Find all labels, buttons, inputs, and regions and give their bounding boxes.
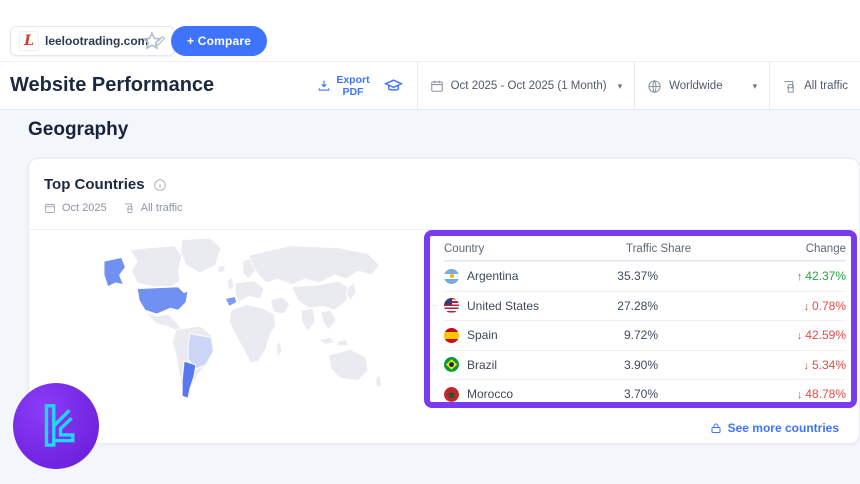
region-value: Worldwide	[669, 80, 722, 92]
change-value: ↓48.78%	[754, 387, 846, 401]
download-icon	[317, 79, 331, 93]
top-countries-table: Country Traffic Share Change Argentina 3…	[444, 238, 846, 409]
table-row[interactable]: Spain 9.72% ↓42.59%	[444, 320, 846, 350]
site-favicon: L	[19, 31, 39, 51]
top-bar: L leelootrading.com + Compare	[0, 0, 860, 62]
change-value: ↓0.78%	[754, 299, 846, 313]
watermark-logo	[13, 383, 99, 469]
card-body: Country Traffic Share Change Argentina 3…	[29, 229, 860, 409]
col-country: Country	[444, 243, 596, 255]
country-name: Argentina	[467, 269, 518, 283]
world-map[interactable]	[31, 232, 435, 406]
calendar-icon	[44, 202, 56, 214]
table-row[interactable]: Argentina 35.37% ↑42.37%	[444, 261, 846, 291]
change-arrow-icon: ↓	[803, 301, 809, 313]
export-label-line1: Export	[336, 74, 369, 86]
chevron-down-icon: ▾	[753, 81, 758, 92]
card-title: Top Countries	[44, 176, 145, 193]
site-domain: leelootrading.com	[45, 34, 148, 48]
chevron-down-icon: ▾	[618, 81, 623, 92]
card-traffic-filter: All traffic	[141, 202, 183, 214]
flag-spain-icon	[444, 328, 459, 343]
export-label-line2: PDF	[336, 86, 369, 98]
country-name: Morocco	[467, 387, 513, 401]
col-change: Change	[754, 243, 846, 255]
table-header: Country Traffic Share Change	[444, 238, 846, 261]
map-landmass	[129, 238, 381, 398]
card-filters: Oct 2025 All traffic	[44, 202, 183, 214]
traffic-filter[interactable]: All traffic	[769, 62, 860, 110]
country-name: United States	[467, 299, 539, 313]
logo-glyph-icon	[28, 398, 84, 454]
table-row[interactable]: United States 27.28% ↓0.78%	[444, 291, 846, 321]
table-row[interactable]: Brazil 3.90% ↓5.34%	[444, 350, 846, 380]
see-more-countries-link[interactable]: See more countries	[710, 421, 839, 435]
info-icon[interactable]	[153, 178, 167, 192]
traffic-share-value: 27.28%	[596, 299, 658, 313]
see-more-label: See more countries	[728, 421, 839, 435]
page-title: Website Performance	[10, 74, 214, 97]
map-spain[interactable]	[225, 297, 237, 307]
flag-morocco-icon	[444, 387, 459, 402]
top-countries-card: Top Countries Oct 2025 All traffic	[28, 158, 860, 444]
map-alaska[interactable]	[104, 257, 126, 286]
country-name: Brazil	[467, 358, 497, 372]
calendar-icon	[430, 79, 444, 93]
change-arrow-icon: ↑	[797, 271, 803, 283]
traffic-share-value: 35.37%	[596, 269, 658, 283]
academy-cap-icon[interactable]	[380, 62, 417, 110]
change-arrow-icon: ↓	[803, 360, 809, 372]
date-range-picker[interactable]: Oct 2025 - Oct 2025 (1 Month) ▾	[417, 62, 635, 110]
table-row[interactable]: Morocco 3.70% ↓48.78%	[444, 379, 846, 409]
date-range-value: Oct 2025 - Oct 2025 (1 Month)	[451, 80, 607, 92]
col-traffic-share: Traffic Share	[596, 243, 754, 255]
traffic-filter-value: All traffic	[804, 80, 848, 92]
section-title-geography: Geography	[28, 119, 128, 141]
flag-united-states-icon	[444, 298, 459, 313]
devices-icon	[782, 79, 797, 94]
change-value: ↓5.34%	[754, 358, 846, 372]
change-value: ↑42.37%	[754, 269, 846, 283]
globe-icon	[647, 79, 662, 94]
flag-argentina-icon	[444, 269, 459, 284]
flag-brazil-icon	[444, 357, 459, 372]
map-united-states[interactable]	[137, 287, 188, 314]
traffic-share-value: 3.90%	[596, 358, 658, 372]
traffic-share-value: 9.72%	[596, 328, 658, 342]
change-arrow-icon: ↓	[797, 330, 803, 342]
change-value: ↓42.59%	[754, 328, 846, 342]
region-selector[interactable]: Worldwide ▾	[634, 62, 769, 110]
header-toolbar: Export PDF Oct 2025 - Oct 2025 (1 Month)…	[307, 62, 860, 110]
devices-icon	[123, 202, 135, 214]
traffic-share-value: 3.70%	[596, 387, 658, 401]
card-date-filter: Oct 2025	[62, 202, 107, 214]
country-name: Spain	[467, 328, 498, 342]
lock-icon	[710, 422, 722, 435]
favorite-star-icon[interactable]	[141, 30, 163, 52]
page-header: Website Performance Export PDF Oct 2025 …	[0, 62, 860, 110]
export-pdf-button[interactable]: Export PDF	[307, 62, 379, 110]
compare-button[interactable]: + Compare	[171, 26, 267, 56]
change-arrow-icon: ↓	[797, 389, 803, 401]
